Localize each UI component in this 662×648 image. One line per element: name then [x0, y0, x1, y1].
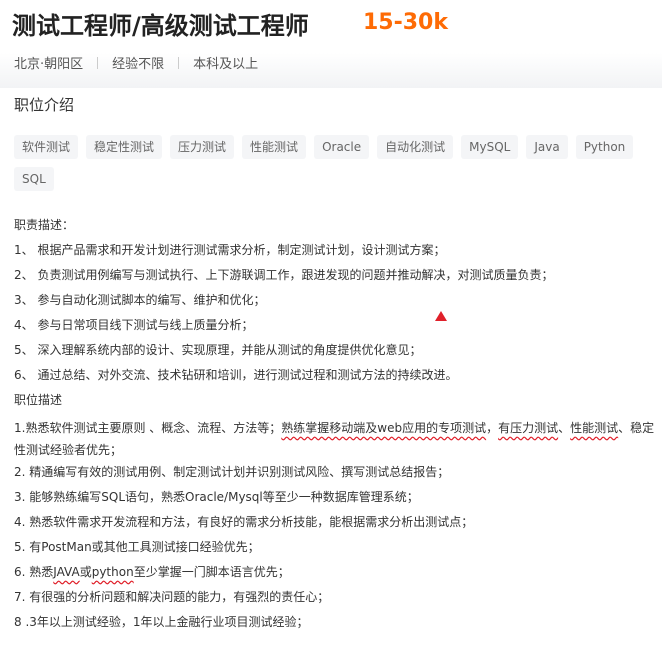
requirement-item: 7. 有很强的分析问题和解决问题的能力，有强烈的责任心； [14, 590, 330, 604]
tag[interactable]: Oracle [314, 135, 370, 159]
job-description: 职责描述： 1、 根据产品需求和开发计划进行测试需求分析，制定测试计划，设计测试… [14, 217, 658, 639]
job-title: 测试工程师/高级测试工程师 [12, 12, 309, 40]
requirement-item: 1.熟悉软件测试主要原则 、概念、流程、方法等；熟练掌握移动端及web应用的专项… [14, 417, 658, 461]
duty-item: 4、 参与日常项目线下测试与线上质量分析； [14, 318, 254, 332]
duty-item: 3、 参与自动化测试脚本的编写、维护和优化； [14, 293, 266, 307]
req-text: 1.熟悉软件测试主要原则 、概念、流程、方法等； [14, 421, 282, 435]
requirement-item: 3. 能够熟练编写SQL语句，熟悉Oracle/Mysql等至少一种数据库管理系… [14, 490, 419, 504]
requirement-item: 2. 精通编写有效的测试用例、制定测试计划并识别测试风险、撰写测试总结报告； [14, 465, 450, 479]
location: 北京·朝阳区 [14, 57, 84, 72]
highlighted-text: 性能测试 [570, 421, 619, 435]
salary: 15-30k [363, 10, 448, 35]
triangle-marker-icon [435, 311, 447, 321]
divider [97, 56, 99, 69]
experience: 经验不限 [112, 57, 165, 72]
tag[interactable]: Java [526, 135, 568, 159]
duty-item: 6、 通过总结、对外交流、技术钻研和培训，进行测试过程和测试方法的持续改进。 [14, 368, 458, 382]
tag[interactable]: 压力测试 [170, 135, 235, 159]
req-text: 6. 熟悉 [14, 565, 54, 579]
requirements-header: 职位描述 [14, 393, 63, 407]
req-text: ， [486, 421, 499, 435]
highlighted-text: 有压力测试 [498, 421, 559, 435]
requirement-item: 6. 熟悉JAVA或python至少掌握一门脚本语言优先； [14, 564, 658, 589]
requirement-item: 4. 熟悉软件需求开发流程和方法，有良好的需求分析技能，能根据需求分析出测试点； [14, 515, 474, 529]
tag[interactable]: 稳定性测试 [86, 135, 163, 159]
req-text: 、 [558, 421, 571, 435]
duty-item: 2、 负责测试用例编写与测试执行、上下游联调工作，跟进发现的问题并推动解决，对测… [14, 268, 554, 282]
skill-tags: 软件测试 稳定性测试 压力测试 性能测试 Oracle 自动化测试 MySQL Java Pyt… [14, 135, 654, 199]
tag[interactable]: Python [575, 135, 634, 159]
tag[interactable]: SQL [14, 167, 54, 191]
education: 本科及以上 [193, 57, 259, 72]
highlighted-text: 熟练掌握移动端及web应用的专项测试 [281, 421, 487, 435]
duty-item: 5、 深入理解系统内部的设计、实现原理，并能从测试的角度提供优化意见； [14, 343, 422, 357]
tag[interactable]: 自动化测试 [377, 135, 454, 159]
duty-item: 1、 根据产品需求和开发计划进行测试需求分析，制定测试计划，设计测试方案； [14, 243, 446, 257]
job-meta: 北京·朝阳区 经验不限 本科及以上 [14, 53, 258, 72]
requirement-item: 5. 有PostMan或其他工具测试接口经验优先； [14, 540, 260, 554]
divider [178, 56, 180, 69]
tag[interactable]: 软件测试 [14, 135, 79, 159]
requirement-item: 8 .3年以上测试经验，1年以上金融行业项目测试经验； [14, 615, 309, 629]
req-text: 或 [79, 565, 92, 579]
tag[interactable]: 性能测试 [242, 135, 307, 159]
duties-header: 职责描述： [14, 218, 75, 232]
req-text: 至少掌握一门脚本语言优先； [133, 565, 290, 579]
section-title: 职位介绍 [14, 96, 75, 114]
job-header: 测试工程师/高级测试工程师 15-30k 北京·朝阳区 经验不限 本科及以上 [0, 0, 662, 88]
highlighted-text: python [91, 565, 134, 579]
highlighted-text: JAVA [53, 565, 80, 579]
tag[interactable]: MySQL [461, 135, 519, 159]
